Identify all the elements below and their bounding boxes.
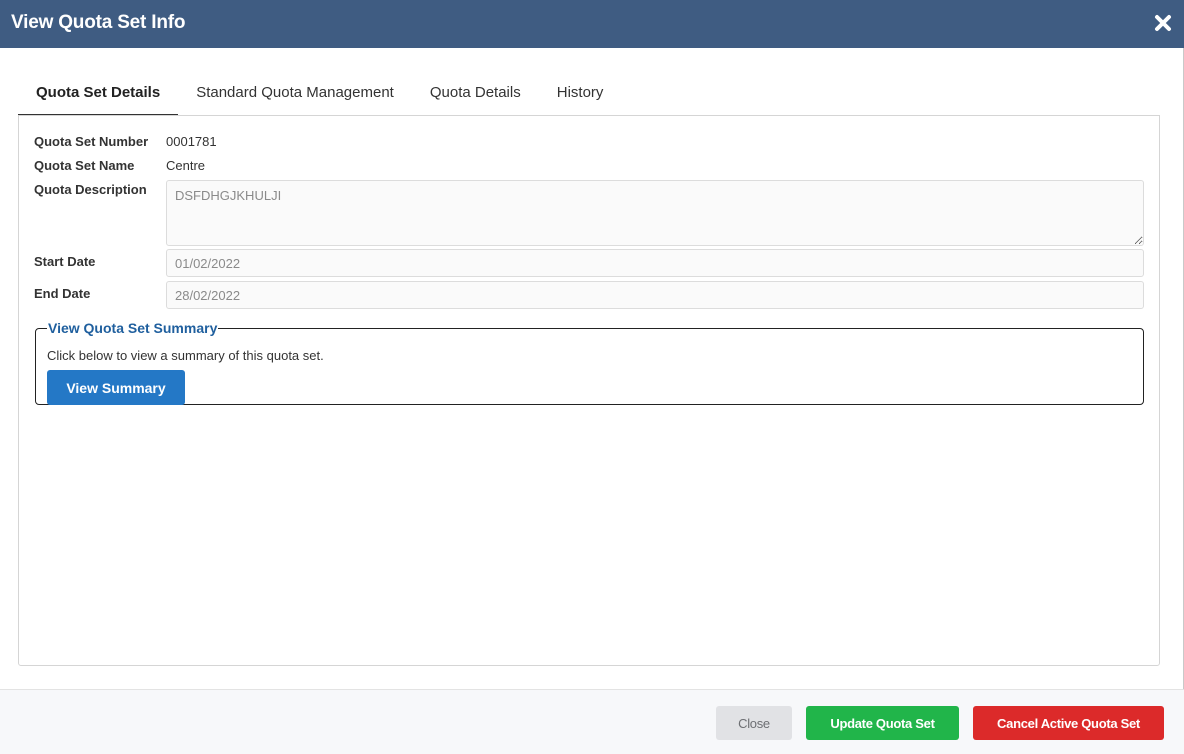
tab-bar: Quota Set Details Standard Quota Managem… [18, 74, 621, 116]
view-summary-button[interactable]: View Summary [47, 370, 185, 405]
quota-description-label: Quota Description [34, 182, 147, 197]
view-summary-text: Click below to view a summary of this qu… [47, 348, 324, 363]
dialog-footer: Close Update Quota Set Cancel Active Quo… [0, 689, 1184, 754]
update-quota-set-button[interactable]: Update Quota Set [806, 706, 959, 740]
quota-set-details-panel: Quota Set Number 0001781 Quota Set Name … [18, 115, 1160, 666]
tab-quota-set-details[interactable]: Quota Set Details [18, 74, 179, 116]
quota-set-dialog: View Quota Set Info Quota Set Details St… [0, 0, 1184, 754]
tab-quota-details[interactable]: Quota Details [412, 74, 539, 116]
quota-set-number-value: 0001781 [166, 134, 217, 149]
view-summary-legend: View Quota Set Summary [48, 320, 218, 336]
start-date-field[interactable] [166, 249, 1144, 277]
tab-standard-quota-management[interactable]: Standard Quota Management [178, 74, 412, 116]
close-button[interactable]: Close [716, 706, 792, 740]
dialog-title: View Quota Set Info [11, 12, 186, 33]
quota-set-name-label: Quota Set Name [34, 158, 135, 173]
close-x-icon[interactable] [1152, 12, 1174, 34]
cancel-active-quota-set-button[interactable]: Cancel Active Quota Set [973, 706, 1164, 740]
end-date-field[interactable] [166, 281, 1144, 309]
quota-set-name-value: Centre [166, 158, 206, 173]
quota-set-number-label: Quota Set Number [34, 134, 149, 149]
tab-history[interactable]: History [539, 74, 622, 116]
end-date-label: End Date [34, 286, 91, 301]
quota-description-field[interactable]: DSFDHGJKHULJI [166, 180, 1144, 246]
view-summary-fieldset: View Quota Set Summary Click below to vi… [35, 320, 1144, 405]
dialog-titlebar: View Quota Set Info [0, 0, 1184, 48]
start-date-label: Start Date [34, 254, 96, 269]
